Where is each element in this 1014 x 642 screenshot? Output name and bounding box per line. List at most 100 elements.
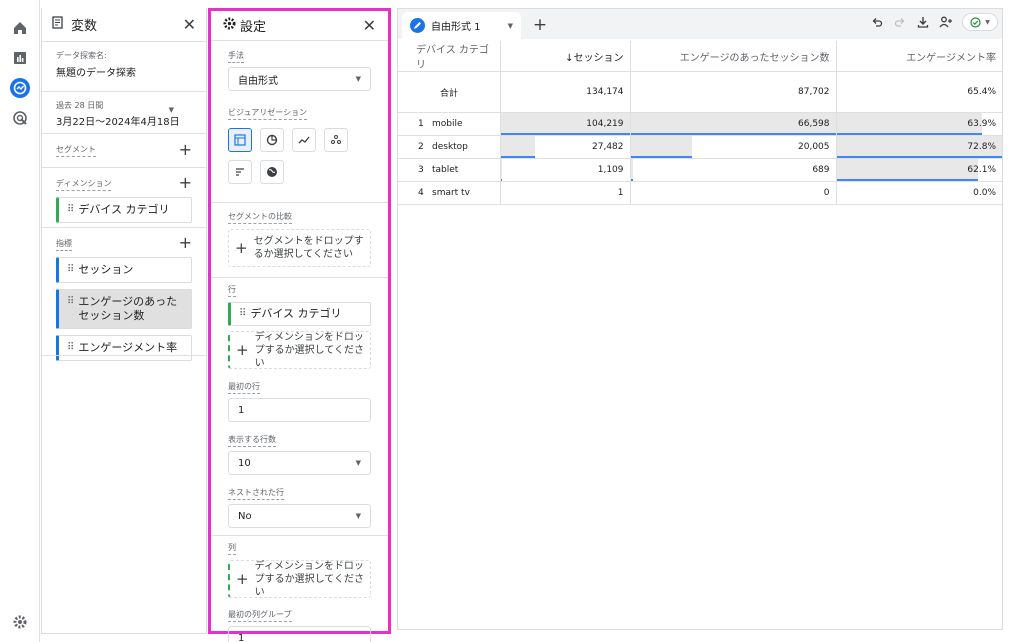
- visualization-label: ビジュアリゼーション: [228, 107, 308, 120]
- drag-handle-icon[interactable]: ⠿: [67, 203, 74, 217]
- device-cell: 4 smart tv: [398, 181, 500, 205]
- dimension-chip[interactable]: ⠿ デバイス カテゴリ: [56, 197, 192, 223]
- date-range-section[interactable]: 過去 28 日間 3月22日〜2024年4月18日 ▼: [42, 92, 206, 134]
- engaged-value: 0: [823, 188, 830, 198]
- column-header[interactable]: エンゲージメント率: [835, 41, 1002, 72]
- engaged-bar: [630, 159, 633, 181]
- chevron-down-icon: ▼: [355, 512, 361, 520]
- row-index: 1: [418, 119, 424, 129]
- engaged-bar: [630, 136, 692, 158]
- settings-title: 設定: [240, 20, 267, 35]
- column-dimension-drop-zone[interactable]: + ディメンションをドロップするか選択してください: [228, 560, 371, 598]
- table-row[interactable]: 4 smart tv 1 0 0.0%: [398, 181, 1002, 205]
- undo-icon[interactable]: [870, 15, 884, 29]
- sessions-value: 1: [617, 188, 624, 198]
- tab-freeform-1[interactable]: 自由形式 1 ▼: [402, 12, 521, 39]
- add-tab-button[interactable]: +: [527, 12, 553, 38]
- total-rate: 65.4%: [835, 71, 1002, 113]
- device-label: tablet: [432, 165, 459, 175]
- technique-select[interactable]: 自由形式 ▼: [228, 67, 371, 91]
- redo-icon[interactable]: [893, 15, 907, 29]
- exploration-name[interactable]: 無題のデータ探索: [56, 64, 192, 79]
- scatter-chart-icon[interactable]: [324, 128, 348, 152]
- settings-gear-icon[interactable]: [10, 612, 30, 632]
- drag-handle-icon[interactable]: ⠿: [67, 263, 74, 277]
- table-row[interactable]: 2 desktop 27,482 20,005 72.8%: [398, 135, 1002, 159]
- sessions-value: 104,219: [586, 119, 624, 129]
- drag-handle-icon[interactable]: ⠿: [67, 295, 74, 309]
- variables-header: 変数 ✕: [42, 8, 206, 42]
- close-icon[interactable]: ✕: [183, 15, 196, 34]
- add-dimension-button[interactable]: +: [179, 173, 192, 192]
- column-drop-text: ディメンションをドロップするか選択してください: [254, 560, 364, 598]
- technique-value: 自由形式: [238, 75, 278, 87]
- metric-chip-label: セッション: [78, 263, 134, 276]
- row-index: 2: [418, 142, 424, 152]
- quality-status-button[interactable]: ▼: [962, 13, 998, 31]
- segments-section: セグメント +: [42, 134, 206, 168]
- sessions-bar-line: [500, 156, 535, 158]
- segment-compare-label: セグメントの比較: [228, 211, 292, 224]
- divider: [211, 202, 388, 203]
- globe-icon[interactable]: [260, 160, 284, 184]
- share-user-icon[interactable]: [939, 15, 953, 29]
- device-label: mobile: [432, 119, 463, 129]
- toolbar: ▼: [870, 13, 998, 31]
- download-icon[interactable]: [916, 15, 930, 29]
- sessions-cell: 1,109: [499, 158, 630, 182]
- date-range-value: 3月22日〜2024年4月18日: [56, 117, 180, 128]
- row-index: 3: [418, 165, 424, 175]
- donut-chart-icon[interactable]: [260, 128, 284, 152]
- metric-chip[interactable]: ⠿ セッション: [56, 257, 192, 283]
- column-header-sorted[interactable]: ↓セッション: [499, 41, 630, 72]
- tab-label: 自由形式 1: [431, 22, 481, 33]
- chevron-down-icon[interactable]: ▼: [508, 22, 513, 30]
- add-metric-button[interactable]: +: [179, 233, 192, 252]
- first-col-group-input[interactable]: 1: [228, 626, 371, 642]
- segment-drop-zone[interactable]: + セグメントをドロップするか選択してください: [228, 229, 371, 267]
- table-row[interactable]: 3 tablet 1,109 689 62.1%: [398, 158, 1002, 182]
- rate-cell: 0.0%: [835, 181, 1002, 205]
- sessions-cell: 27,482: [499, 135, 630, 159]
- advertising-icon[interactable]: [10, 108, 30, 128]
- rate-value: 62.1%: [967, 165, 996, 175]
- total-engaged: 87,702: [629, 71, 836, 113]
- column-header[interactable]: デバイス カテゴリ: [398, 41, 500, 72]
- plus-icon: +: [236, 569, 249, 588]
- close-icon[interactable]: ✕: [363, 16, 376, 35]
- metric-chip[interactable]: ⠿ エンゲージのあったセッション数: [56, 289, 192, 329]
- nested-rows-select[interactable]: No ▼: [228, 504, 371, 528]
- plus-icon: +: [236, 340, 249, 359]
- drag-handle-icon[interactable]: ⠿: [67, 341, 74, 355]
- table-viz-icon[interactable]: [228, 128, 252, 152]
- total-sessions: 134,174: [499, 71, 630, 113]
- bar-chart-icon[interactable]: [228, 160, 252, 184]
- engaged-cell: 66,598: [629, 112, 836, 136]
- line-chart-icon[interactable]: [292, 128, 316, 152]
- settings-header: 設定 ✕: [211, 11, 388, 41]
- device-label: desktop: [432, 142, 468, 152]
- chevron-down-icon[interactable]: ▼: [169, 106, 174, 114]
- first-row-input[interactable]: 1: [228, 398, 371, 422]
- table-row[interactable]: 1 mobile 104,219 66,598 63.9%: [398, 112, 1002, 136]
- rows-shown-select[interactable]: 10 ▼: [228, 451, 371, 475]
- metric-chip[interactable]: ⠿ エンゲージメント率: [56, 335, 192, 361]
- columns-label: 列: [228, 542, 236, 555]
- sessions-bar: [500, 159, 502, 181]
- drag-handle-icon[interactable]: ⠿: [239, 307, 246, 321]
- rate-cell: 63.9%: [835, 112, 1002, 136]
- engaged-value: 20,005: [798, 142, 830, 152]
- column-header[interactable]: エンゲージのあったセッション数: [629, 41, 836, 72]
- row-dimension-chip[interactable]: ⠿ デバイス カテゴリ: [228, 302, 371, 326]
- check-circle-icon: [970, 16, 981, 28]
- chevron-down-icon: ▼: [985, 18, 990, 26]
- pencil-icon[interactable]: [410, 18, 425, 33]
- home-icon[interactable]: [10, 18, 30, 38]
- sessions-value: 1,109: [597, 165, 624, 175]
- reports-icon[interactable]: [10, 48, 30, 68]
- rate-bar: [836, 159, 978, 181]
- row-dimension-drop-zone[interactable]: + ディメンションをドロップするか選択してください: [228, 331, 371, 369]
- add-segment-button[interactable]: +: [179, 140, 192, 159]
- explore-icon[interactable]: [10, 78, 30, 98]
- rate-bar-line: [836, 179, 978, 181]
